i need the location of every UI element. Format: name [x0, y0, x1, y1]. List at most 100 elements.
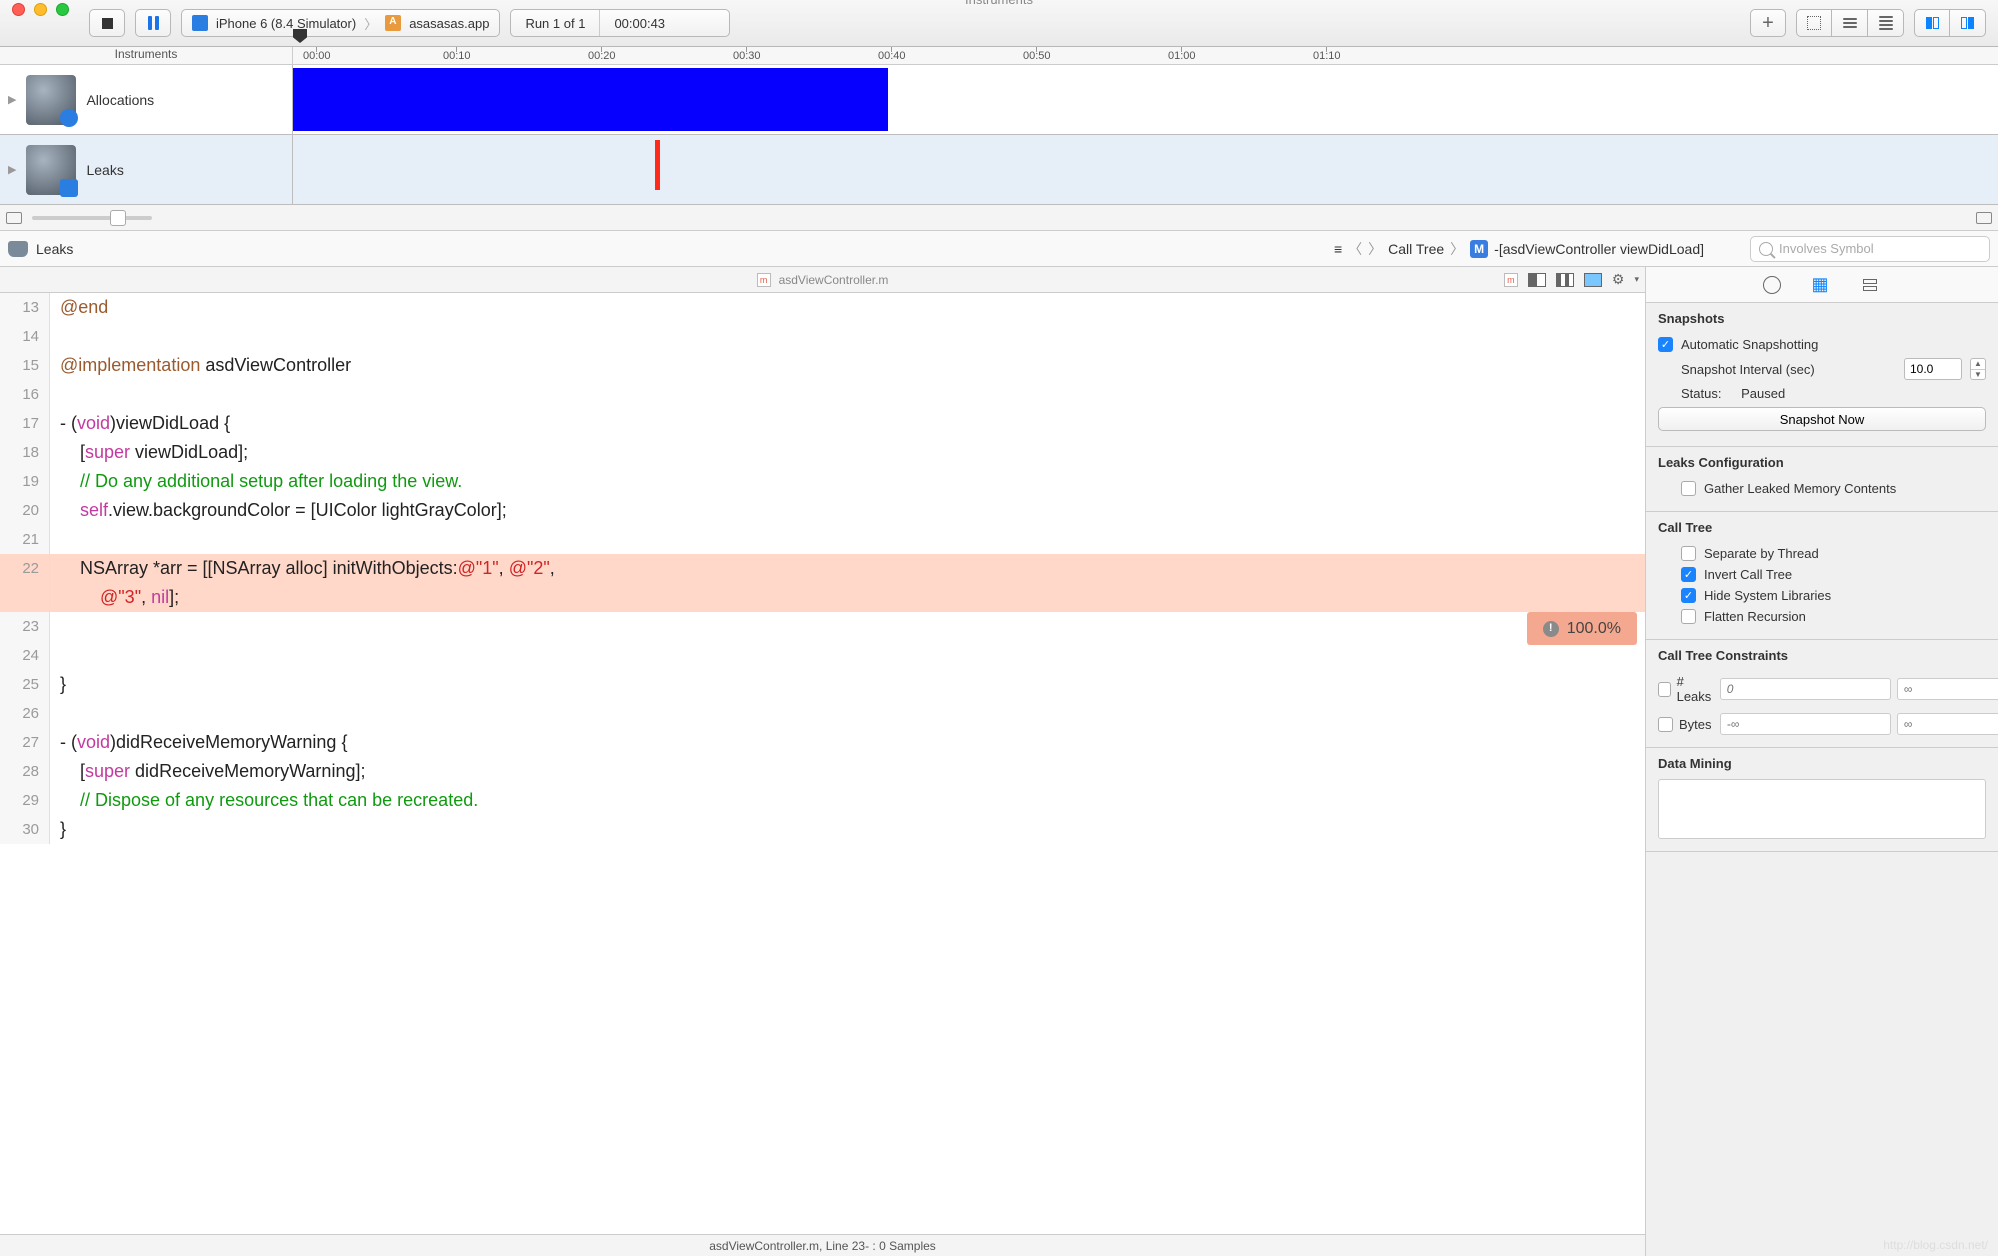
source-editor[interactable]: 13@end 14 15@implementation asdViewContr…	[0, 293, 1645, 1234]
display-settings-tab[interactable]: ▦	[1809, 274, 1831, 296]
disclosure-icon[interactable]: ▶	[8, 163, 16, 176]
crumb-segment[interactable]: -[asdViewController viewDidLoad]	[1494, 241, 1704, 257]
track-head: ▶ Allocations	[0, 65, 293, 134]
inspector-toggle-icon[interactable]	[1976, 212, 1992, 224]
timeline-ticks[interactable]: 00:00 00:10 00:20 00:30 00:40 00:50 01:0…	[293, 47, 1998, 64]
section-title: Call Tree Constraints	[1658, 648, 1986, 663]
view-left-button[interactable]	[1914, 9, 1950, 37]
device-label: iPhone 6 (8.4 Simulator)	[216, 16, 356, 31]
view-right-button[interactable]	[1950, 9, 1986, 37]
leak-marker	[655, 140, 660, 190]
search-placeholder: Involves Symbol	[1779, 241, 1874, 256]
chevron-left-icon[interactable]: 〈	[1348, 239, 1362, 259]
window-title: Instruments	[965, 0, 1033, 7]
device-icon	[192, 15, 208, 31]
pause-button[interactable]	[135, 9, 171, 37]
related-icon[interactable]	[1556, 273, 1574, 287]
record-stop-button[interactable]	[89, 9, 125, 37]
strategy-group	[1796, 9, 1904, 37]
section-title: Leaks Configuration	[1658, 455, 1986, 470]
panel-left-icon	[1926, 17, 1939, 29]
close-window-icon[interactable]	[12, 3, 25, 16]
timeline-header-label: Instruments	[0, 47, 293, 64]
plus-icon: +	[1762, 12, 1774, 35]
run-status-label: Run 1 of 1	[511, 16, 599, 31]
bytes-constraint-checkbox[interactable]	[1658, 717, 1673, 732]
sep-thread-checkbox[interactable]	[1681, 546, 1696, 561]
interval-stepper[interactable]: ▲▼	[1970, 358, 1986, 380]
strategy-button-1[interactable]	[1796, 9, 1832, 37]
track-body[interactable]	[293, 135, 1998, 204]
record-settings-tab[interactable]	[1763, 276, 1781, 294]
jump-bar[interactable]: ≡ 〈 〉 Call Tree 〉 M -[asdViewController …	[1334, 239, 1704, 259]
menu-icon[interactable]: ≡	[1334, 241, 1342, 257]
leaks-config-section: Leaks Configuration Gather Leaked Memory…	[1646, 447, 1998, 512]
method-badge-icon: M	[1470, 240, 1488, 258]
strategy-button-2[interactable]	[1832, 9, 1868, 37]
track-allocations[interactable]: ▶ Allocations	[0, 65, 1998, 135]
crumb-segment[interactable]: Call Tree	[1388, 241, 1444, 257]
auto-snapshot-checkbox[interactable]	[1658, 337, 1673, 352]
track-leaks[interactable]: ▶ Leaks	[0, 135, 1998, 205]
snapshot-now-button[interactable]: Snapshot Now	[1658, 407, 1986, 431]
gather-checkbox[interactable]	[1681, 481, 1696, 496]
interval-field[interactable]	[1904, 358, 1962, 380]
extended-detail-tab[interactable]	[1859, 274, 1881, 296]
info-icon: !	[1543, 621, 1559, 637]
leaks-min-field[interactable]	[1720, 678, 1891, 700]
track-name: Leaks	[86, 162, 123, 178]
file-m-icon[interactable]: m	[1504, 273, 1518, 287]
timeline-ruler: Instruments 00:00 00:10 00:20 00:30 00:4…	[0, 47, 1998, 65]
inspector-panel: ▦ Snapshots Automatic Snapshotting Snaps…	[1646, 267, 1998, 1256]
search-input[interactable]: Involves Symbol	[1750, 236, 1990, 262]
flatten-checkbox[interactable]	[1681, 609, 1696, 624]
track-name: Allocations	[86, 92, 154, 108]
constraints-section: Call Tree Constraints # Leaks Bytes	[1646, 640, 1998, 748]
main-split: m asdViewController.m m ⚙▾ 13@end 14 15@…	[0, 267, 1998, 1256]
slider-knob[interactable]	[110, 210, 126, 226]
minimize-window-icon[interactable]	[34, 3, 47, 16]
strategy-button-3[interactable]	[1868, 9, 1904, 37]
track-config-icon[interactable]	[6, 212, 22, 224]
datamining-list[interactable]	[1658, 779, 1986, 839]
add-instrument-button[interactable]: +	[1750, 9, 1786, 37]
watermark: http://blog.csdn.net/	[1883, 1238, 1988, 1252]
hide-sys-checkbox[interactable]	[1681, 588, 1696, 603]
app-icon	[385, 15, 401, 31]
target-selector[interactable]: iPhone 6 (8.4 Simulator) 〉 asasasas.app	[181, 9, 500, 37]
invert-checkbox[interactable]	[1681, 567, 1696, 582]
leak-pct: 100.0%	[1567, 614, 1621, 643]
view-icon[interactable]	[1584, 273, 1602, 287]
editor-tabstrip: m asdViewController.m m ⚙▾	[0, 267, 1645, 293]
leak-percentage-badge[interactable]: ! 100.0%	[1527, 612, 1637, 645]
run-status-box: Run 1 of 1 00:00:43	[510, 9, 730, 37]
allocation-graph	[293, 68, 888, 131]
elapsed-label: 00:00:43	[600, 16, 679, 31]
status-key: Status:	[1681, 386, 1721, 401]
editor-statusbar: asdViewController.m, Line 23- : 0 Sample…	[0, 1234, 1645, 1256]
zoom-window-icon[interactable]	[56, 3, 69, 16]
detail-title: Leaks	[36, 241, 73, 257]
bytes-max-field[interactable]	[1897, 713, 1998, 735]
view-group	[1914, 9, 1986, 37]
bytes-min-field[interactable]	[1720, 713, 1891, 735]
leaks-icon	[26, 145, 76, 195]
leaks-max-field[interactable]	[1897, 678, 1998, 700]
section-title: Call Tree	[1658, 520, 1986, 535]
allocations-icon	[26, 75, 76, 125]
chevron-right-icon: 〉	[364, 14, 377, 33]
assistant-icon[interactable]	[1528, 273, 1546, 287]
lines-icon	[1879, 16, 1893, 30]
disclosure-icon[interactable]: ▶	[8, 93, 16, 106]
section-title: Data Mining	[1658, 756, 1986, 771]
stop-icon	[102, 18, 113, 29]
panel-right-icon	[1961, 17, 1974, 29]
file-m-icon: m	[757, 273, 771, 287]
zoom-slider[interactable]	[32, 216, 152, 220]
chevron-right-icon[interactable]: 〉	[1368, 239, 1382, 259]
track-body[interactable]	[293, 65, 1998, 134]
gear-icon[interactable]: ⚙	[1612, 271, 1625, 288]
leaks-constraint-checkbox[interactable]	[1658, 682, 1671, 697]
list-icon	[1843, 18, 1857, 28]
stepper-down-icon: ▼	[1971, 370, 1985, 380]
